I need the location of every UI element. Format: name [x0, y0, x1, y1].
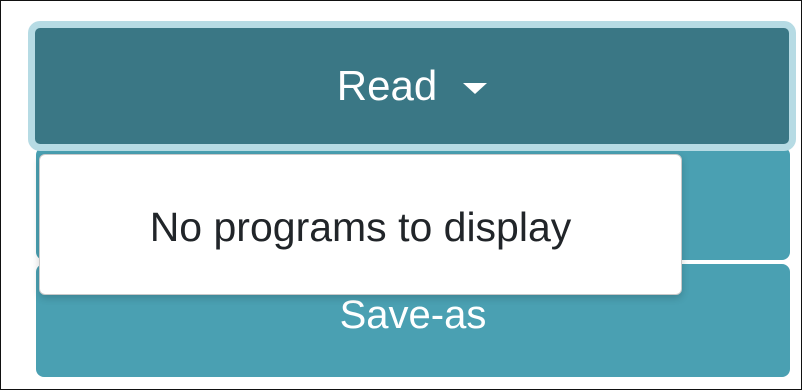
- caret-down-icon: [463, 82, 488, 94]
- read-button-label: Read: [336, 62, 438, 109]
- empty-programs-message: No programs to display: [149, 204, 572, 250]
- read-dropdown-menu: No programs to display: [39, 154, 682, 295]
- app-frame: Save-as Read No programs to display: [0, 0, 802, 390]
- read-dropdown-button[interactable]: Read: [28, 21, 796, 151]
- save-as-button-label: Save-as: [339, 293, 487, 337]
